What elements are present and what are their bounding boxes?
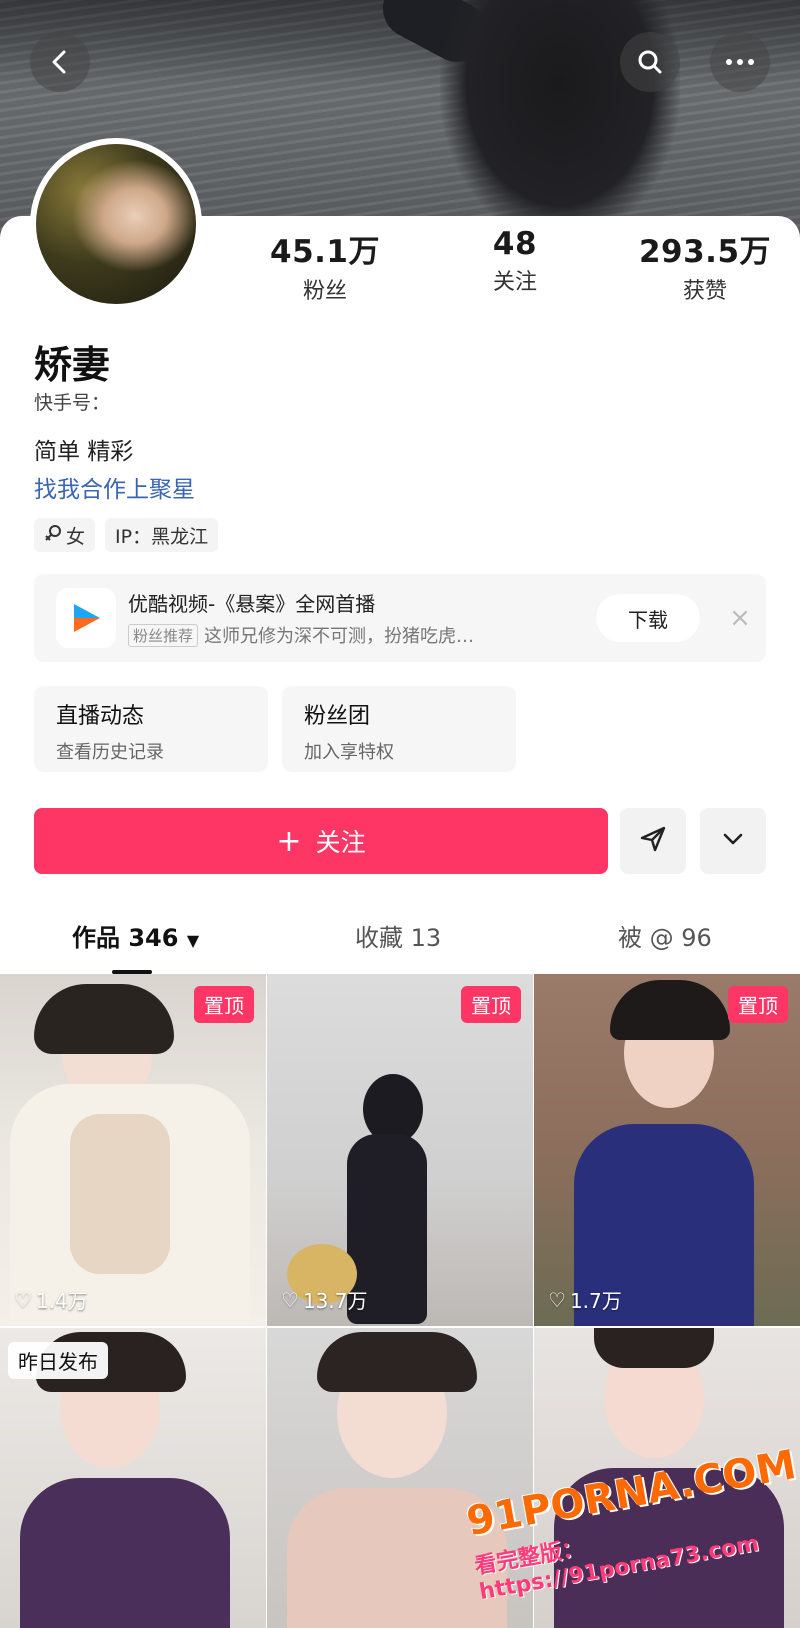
heart-icon: ♡ <box>548 1287 566 1312</box>
content-tabs: 作品 346 ▼ 收藏 13 被 @ 96 <box>0 918 800 974</box>
gender-tag: 女 <box>34 518 96 552</box>
pinned-badge: 置顶 <box>194 986 254 1023</box>
video-thumbnail[interactable]: 置顶 ♡ 13.7万 <box>267 974 533 1326</box>
gender-label: 女 <box>66 525 86 548</box>
stat-label: 获赞 <box>682 279 727 304</box>
stat-number: 45.1万 <box>270 234 380 270</box>
more-button[interactable] <box>710 32 770 92</box>
follow-label: 关注 <box>315 828 366 857</box>
like-count: ♡ 1.4万 <box>14 1287 88 1314</box>
follow-button[interactable]: + 关注 <box>34 808 608 874</box>
tab-works[interactable]: 作品 346 ▼ <box>72 918 199 953</box>
send-icon <box>638 824 668 858</box>
stat-fans[interactable]: 45.1万 粉丝 <box>230 226 420 305</box>
ad-subtitle: 这师兄修为深不可测，扮猪吃虎… <box>204 626 475 647</box>
video-thumbnail[interactable]: 昨日发布 <box>0 1328 266 1628</box>
stat-likes[interactable]: 293.5万 获赞 <box>610 226 800 305</box>
fan-club-card[interactable]: 粉丝团 加入享特权 <box>282 686 516 772</box>
stats-row: 45.1万 粉丝 48 关注 293.5万 获赞 <box>230 226 800 305</box>
stat-label: 关注 <box>492 270 537 295</box>
like-count: ♡ 1.7万 <box>548 1287 622 1314</box>
ad-title: 优酷视频-《悬案》全网首播 <box>128 592 376 616</box>
pinned-badge: 置顶 <box>461 986 521 1023</box>
profile-tags: 女 IP：黑龙江 <box>34 518 219 552</box>
plus-icon: + <box>276 823 302 859</box>
expand-button[interactable] <box>700 808 766 874</box>
stat-following[interactable]: 48 关注 <box>420 226 610 305</box>
feature-subtitle: 查看历史记录 <box>56 742 164 763</box>
back-arrow-icon <box>46 48 74 76</box>
tab-mentions[interactable]: 被 @ 96 <box>618 918 712 953</box>
avatar[interactable] <box>30 138 202 310</box>
youku-logo-icon <box>56 588 116 648</box>
kuaishou-id[interactable]: 快手号： <box>34 388 110 415</box>
message-button[interactable] <box>620 808 686 874</box>
ad-subtitle-row: 粉丝推荐 这师兄修为深不可测，扮猪吃虎… <box>128 622 474 648</box>
close-icon[interactable]: × <box>724 602 756 634</box>
search-button[interactable] <box>620 32 680 92</box>
stat-number: 48 <box>492 226 538 262</box>
chevron-down-icon <box>720 826 746 856</box>
pinned-badge: 置顶 <box>728 986 788 1023</box>
tab-label: 作品 346 <box>72 924 179 952</box>
feature-subtitle: 加入享特权 <box>304 742 394 763</box>
published-yesterday-badge: 昨日发布 <box>8 1342 108 1379</box>
female-icon <box>44 524 62 547</box>
heart-icon: ♡ <box>281 1287 299 1312</box>
like-count: ♡ 13.7万 <box>281 1287 368 1314</box>
tab-favorites[interactable]: 收藏 13 <box>355 918 441 953</box>
video-thumbnail[interactable]: 置顶 ♡ 1.7万 <box>534 974 800 1326</box>
heart-icon: ♡ <box>14 1287 32 1312</box>
feature-title: 直播动态 <box>56 704 145 729</box>
back-button[interactable] <box>30 32 90 92</box>
live-history-card[interactable]: 直播动态 查看历史记录 <box>34 686 268 772</box>
video-thumbnail[interactable]: 置顶 ♡ 1.4万 <box>0 974 266 1326</box>
bio-link[interactable]: 找我合作上聚星 <box>34 470 195 504</box>
ip-tag: IP：黑龙江 <box>105 518 219 552</box>
ad-download-button[interactable]: 下载 <box>596 594 700 642</box>
more-dots-icon <box>725 58 755 66</box>
ad-badge: 粉丝推荐 <box>128 623 199 647</box>
bio-line: 简单 精彩 <box>34 439 134 465</box>
profile-name: 矫妻 <box>34 343 111 387</box>
feature-title: 粉丝团 <box>304 704 371 729</box>
caret-down-icon: ▼ <box>186 931 200 950</box>
search-icon <box>636 48 664 76</box>
stat-label: 粉丝 <box>302 279 347 304</box>
stat-number: 293.5万 <box>638 234 772 270</box>
ad-banner[interactable]: 优酷视频-《悬案》全网首播 粉丝推荐 这师兄修为深不可测，扮猪吃虎… 下载 × <box>34 574 766 662</box>
